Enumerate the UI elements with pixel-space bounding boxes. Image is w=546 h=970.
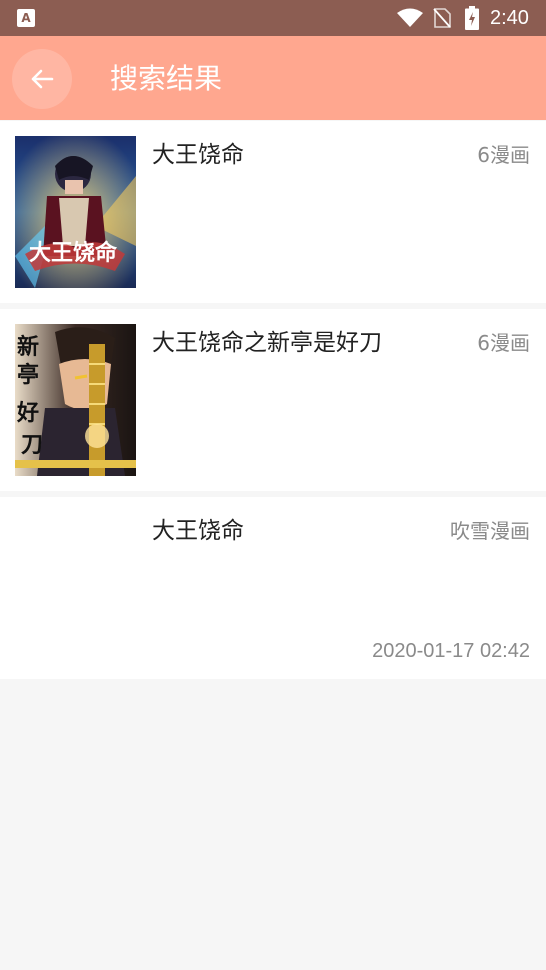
page-title: 搜索结果	[110, 62, 223, 95]
result-title: 大王饶命之新亭是好刀	[152, 330, 382, 356]
result-source: 6漫画	[477, 331, 530, 355]
search-result-item[interactable]: 大王饶命 吹雪漫画 2020-01-17 02:42	[0, 497, 546, 679]
result-source: 6漫画	[477, 143, 530, 167]
no-sim-icon	[433, 8, 451, 28]
comic-cover-image: 大王饶命	[15, 136, 136, 288]
svg-text:亭: 亭	[17, 362, 39, 388]
search-result-item[interactable]: 大王饶命 大王饶命 6漫画	[0, 121, 546, 303]
app-notification-icon: A	[17, 9, 35, 27]
svg-text:新: 新	[17, 334, 39, 360]
app-bar: 搜索结果	[0, 36, 546, 120]
result-title: 大王饶命	[152, 518, 244, 544]
svg-text:大王饶命: 大王饶命	[29, 240, 118, 266]
result-title: 大王饶命	[152, 142, 244, 168]
clock: 2:40	[490, 7, 529, 29]
result-source: 吹雪漫画	[450, 519, 530, 543]
svg-text:刀: 刀	[21, 432, 43, 458]
wifi-icon	[397, 8, 423, 27]
status-bar: A 2:40	[0, 0, 546, 36]
back-button[interactable]	[12, 49, 72, 109]
svg-text:好: 好	[16, 400, 39, 426]
arrow-left-icon	[31, 69, 54, 89]
search-result-item[interactable]: 新 亭 好 刀 大王饶命之新亭是好刀 6漫画	[0, 309, 546, 491]
comic-cover-image: 新 亭 好 刀	[15, 324, 136, 476]
result-updated-time: 2020-01-17 02:42	[372, 640, 530, 662]
battery-charging-icon	[465, 6, 479, 30]
